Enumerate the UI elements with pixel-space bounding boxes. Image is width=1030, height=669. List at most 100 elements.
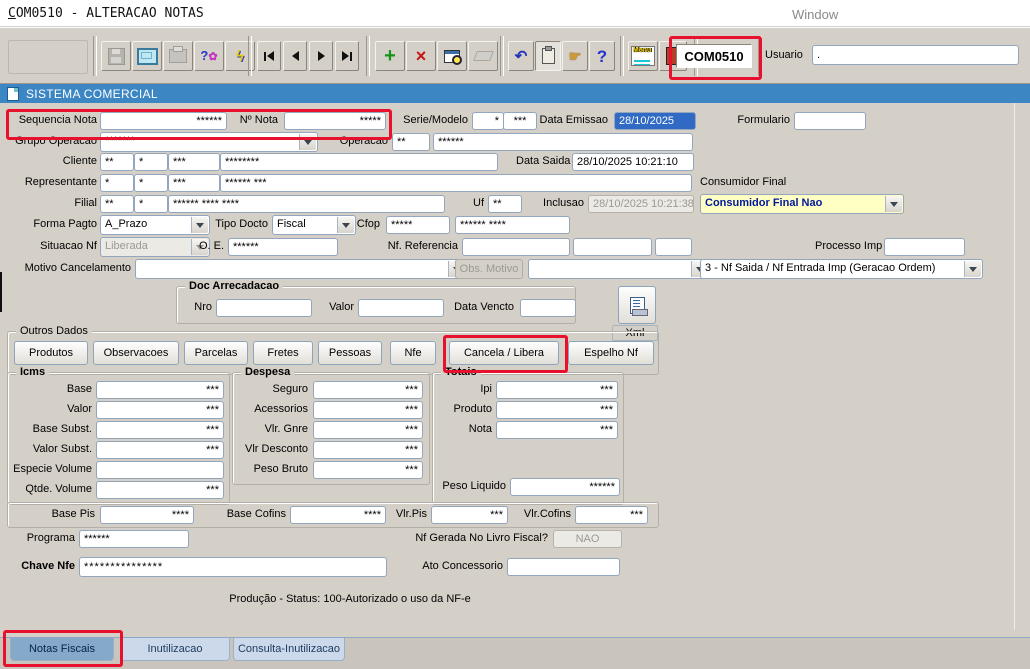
filial-input-3[interactable]: ****** **** ****: [168, 195, 445, 213]
annotation-box-sequencia-nnota: [6, 109, 392, 140]
audit-button[interactable]: ☛: [562, 41, 588, 71]
data-vencto-input[interactable]: [520, 299, 576, 317]
cliente-input-1[interactable]: **: [100, 153, 134, 171]
delete-record-button[interactable]: ×: [406, 41, 436, 71]
motivo-cancelamento-combo[interactable]: [135, 259, 467, 279]
operacao-code-input[interactable]: **: [392, 133, 430, 151]
valor-label: Valor: [322, 301, 354, 315]
nota-total-input[interactable]: ***: [496, 421, 618, 439]
processo-imp-input[interactable]: [884, 238, 965, 256]
cliente-input-2[interactable]: *: [134, 153, 168, 171]
next-record-icon: [318, 51, 325, 61]
window-menu-label[interactable]: Window: [792, 7, 838, 22]
consumidor-final-combo[interactable]: Consumidor Final Nao: [700, 194, 904, 214]
cliente-input-4[interactable]: ********: [220, 153, 498, 171]
qtde-volume-input[interactable]: ***: [96, 481, 224, 499]
icms-valor-input[interactable]: ***: [96, 401, 224, 419]
uf-input[interactable]: **: [488, 195, 522, 213]
parcelas-button[interactable]: Parcelas: [184, 341, 248, 365]
ato-concessorio-input[interactable]: [507, 558, 620, 576]
base-pis-input[interactable]: ****: [100, 506, 194, 524]
produto-total-input[interactable]: ***: [496, 401, 618, 419]
nf-referencia-input-2[interactable]: [573, 238, 652, 256]
menu-icon: Menu: [631, 46, 655, 66]
cfop-desc-input[interactable]: ****** ****: [455, 216, 570, 234]
tipo-docto-combo[interactable]: Fiscal: [272, 215, 356, 235]
usuario-input[interactable]: .: [812, 45, 1019, 65]
undo-button[interactable]: ↶: [508, 41, 534, 71]
data-saida-input[interactable]: 28/10/2025 10:21:10: [572, 153, 694, 171]
icms-base-input[interactable]: ***: [96, 381, 224, 399]
produtos-button[interactable]: Produtos: [14, 341, 88, 365]
forma-pagto-combo[interactable]: A_Prazo: [100, 215, 210, 235]
screen-button[interactable]: [132, 41, 162, 71]
clear-record-button[interactable]: [468, 41, 498, 71]
next-record-button[interactable]: [309, 41, 333, 71]
seguro-input[interactable]: ***: [313, 381, 423, 399]
help-button[interactable]: ?: [589, 41, 615, 71]
peso-liquido-input[interactable]: ******: [510, 478, 620, 496]
representante-input-2[interactable]: *: [134, 174, 168, 192]
save-button[interactable]: [101, 41, 131, 71]
dropdown-arrow-icon[interactable]: [885, 196, 902, 212]
nf-referencia-input-3[interactable]: [655, 238, 692, 256]
nfe-status-text: Produção - Status: 100-Autorizado o uso …: [150, 593, 550, 605]
fretes-button[interactable]: Fretes: [253, 341, 313, 365]
observacoes-button[interactable]: Observacoes: [93, 341, 179, 365]
nf-referencia-input-1[interactable]: [462, 238, 570, 256]
filial-input-1[interactable]: **: [100, 195, 134, 213]
tipo-nf-combo[interactable]: 3 - Nf Saida / Nf Entrada Imp (Geracao O…: [700, 259, 983, 279]
vlr-pis-input[interactable]: ***: [431, 506, 508, 524]
last-record-button[interactable]: [335, 41, 359, 71]
vlr-cofins-input[interactable]: ***: [575, 506, 648, 524]
vlr-gnre-input[interactable]: ***: [313, 421, 423, 439]
programa-input[interactable]: ******: [79, 530, 189, 548]
prev-record-button[interactable]: [283, 41, 307, 71]
serie-input[interactable]: *: [472, 112, 504, 130]
valor-input[interactable]: [358, 299, 444, 317]
last-record-icon: [342, 51, 352, 61]
tab-inutilizacao[interactable]: Inutilizacao: [120, 638, 230, 661]
especie-volume-input[interactable]: [96, 461, 224, 479]
xml-button[interactable]: [618, 286, 656, 324]
peso-liquido-label: Peso Liquido: [430, 480, 506, 494]
nfe-button[interactable]: Nfe: [390, 341, 436, 365]
dropdown-arrow-icon[interactable]: [191, 217, 208, 233]
toolbar-empty-well: [8, 40, 88, 74]
formulario-input[interactable]: [794, 112, 866, 130]
peso-bruto-input[interactable]: ***: [313, 461, 423, 479]
representante-input-1[interactable]: *: [100, 174, 134, 192]
dropdown-arrow-icon[interactable]: [964, 261, 981, 277]
motivo-cancelamento-label: Motivo Cancelamento: [5, 262, 131, 276]
motivo-obs-combo[interactable]: [528, 259, 710, 279]
representante-input-4[interactable]: ****** ***: [220, 174, 692, 192]
base-cofins-input[interactable]: ****: [290, 506, 386, 524]
representante-input-3[interactable]: ***: [168, 174, 220, 192]
icms-base-subst-input[interactable]: ***: [96, 421, 224, 439]
filial-input-2[interactable]: *: [134, 195, 168, 213]
chave-nfe-input[interactable]: ***************: [79, 557, 387, 577]
clipboard-button[interactable]: [535, 41, 561, 71]
espelho-nf-button[interactable]: Espelho Nf: [568, 341, 654, 365]
first-record-button[interactable]: [257, 41, 281, 71]
query-help-icon: ?✿: [200, 49, 217, 63]
acessorios-input[interactable]: ***: [313, 401, 423, 419]
vlr-desconto-input[interactable]: ***: [313, 441, 423, 459]
cliente-input-3[interactable]: ***: [168, 153, 220, 171]
pessoas-button[interactable]: Pessoas: [318, 341, 382, 365]
icms-valor-subst-input[interactable]: ***: [96, 441, 224, 459]
nro-input[interactable]: [216, 299, 312, 317]
oe-input[interactable]: ******: [228, 238, 338, 256]
menu-button[interactable]: Menu: [628, 41, 658, 71]
tab-consulta-inutilizacao[interactable]: Consulta-Inutilizacao: [233, 638, 345, 661]
data-emissao-input[interactable]: 28/10/2025: [614, 112, 696, 130]
form-area: Sequencia Nota ****** Nº Nota ***** Seri…: [0, 103, 1030, 669]
ipi-input[interactable]: ***: [496, 381, 618, 399]
query-help-button[interactable]: ?✿: [194, 41, 224, 71]
modelo-input[interactable]: ***: [503, 112, 537, 130]
insert-record-button[interactable]: +: [375, 41, 405, 71]
operacao-desc-input[interactable]: ******: [433, 133, 693, 151]
find-form-button[interactable]: [437, 41, 467, 71]
cfop-input[interactable]: *****: [386, 216, 450, 234]
print-button[interactable]: [163, 41, 193, 71]
